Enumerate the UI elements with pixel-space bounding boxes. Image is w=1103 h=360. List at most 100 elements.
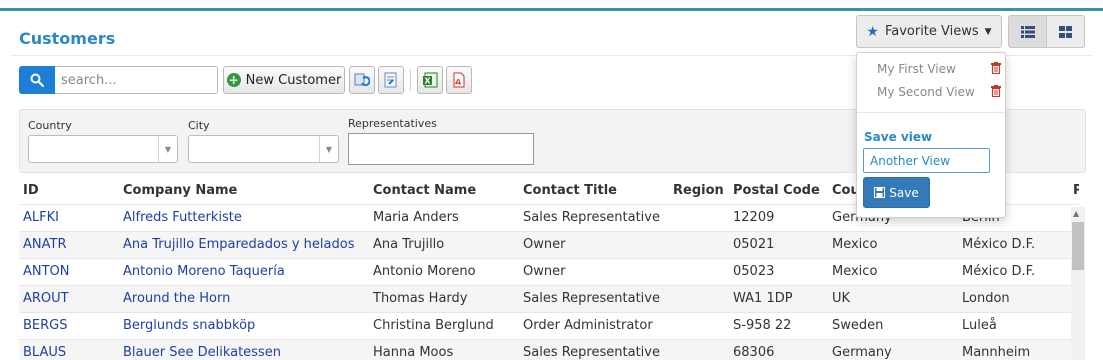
cell-company[interactable]: Antonio Moreno Taquería [119,257,369,285]
favorite-views-label: Favorite Views [884,24,979,39]
excel-icon: X [423,72,438,88]
save-view-button[interactable]: Save [863,177,930,208]
grid-view-button[interactable] [1046,15,1085,48]
cell-title: Owner [519,257,669,285]
cell-company[interactable]: Alfreds Futterkiste [119,203,369,231]
cell-id[interactable]: ANATR [19,230,119,258]
cell-region [669,338,729,360]
export-pdf-button[interactable] [446,66,472,94]
chevron-down-icon: ▼ [158,136,177,162]
trash-icon[interactable] [991,62,1001,74]
city-select[interactable]: ▼ [188,135,339,163]
cell-id[interactable]: ALFKI [19,203,119,231]
favorite-view-item[interactable]: My Second View [877,85,975,99]
cell-title: Owner [519,230,669,258]
column-header-id[interactable]: ID [19,177,119,204]
grid-view-icon [1059,25,1072,38]
favorite-views-dropdown: My First View My Second View Save view S… [856,52,1006,218]
page-title: Customers [19,29,116,48]
list-view-icon [1020,25,1035,38]
pdf-icon [453,72,465,88]
cell-contact: Christina Berglund [369,311,519,339]
cell-postal: 05023 [729,257,828,285]
column-header-company[interactable]: Company Name [119,177,369,204]
cell-id[interactable]: ANTON [19,257,119,285]
cell-postal: WA1 1DP [729,284,828,312]
cell-region [669,203,729,231]
caret-down-icon: ▼ [984,26,992,37]
cell-country: Germany [828,338,958,360]
scroll-thumb[interactable] [1072,222,1084,270]
representatives-label: Representatives [348,117,437,130]
cell-region [669,230,729,258]
cell-contact: Thomas Hardy [369,284,519,312]
cell-region [669,257,729,285]
table-row[interactable]: BERGS Berglunds snabbköp Christina Berglun… [19,311,1079,339]
city-label: City [188,119,210,132]
cell-contact: Hanna Moos [369,338,519,360]
cell-city: London [958,284,1069,312]
search-button[interactable] [19,66,55,94]
cell-title: Order Administrator [519,311,669,339]
favorite-view-item[interactable]: My First View [877,62,956,76]
cell-id[interactable]: BLAUS [19,338,119,360]
representatives-input[interactable] [348,133,534,165]
favorite-views-button[interactable]: ★ Favorite Views ▼ [856,15,1002,48]
refresh-button[interactable] [349,66,375,94]
dropdown-divider [857,112,1005,113]
cell-title: Sales Representative [519,284,669,312]
cell-country: Mexico [828,257,958,285]
cell-postal: S-958 22 [729,311,828,339]
cell-contact: Ana Trujillo [369,230,519,258]
export-button[interactable] [378,66,404,94]
cell-postal: 05021 [729,230,828,258]
table-row[interactable]: BLAUS Blauer See Delikatessen Hanna Moos Sa… [19,338,1079,360]
save-button-label: Save [889,185,919,200]
cell-title: Sales Representative [519,338,669,360]
cell-company[interactable]: Around the Horn [119,284,369,312]
cell-city: México D.F. [958,257,1069,285]
view-name-input[interactable] [863,148,990,173]
cell-city: México D.F. [958,230,1069,258]
table-row[interactable]: AROUT Around the Horn Thomas Hardy Sales Re… [19,284,1079,312]
trash-icon[interactable] [991,85,1001,97]
cell-title: Sales Representative [519,203,669,231]
country-select[interactable]: ▼ [28,135,178,163]
table-row[interactable]: ANTON Antonio Moreno Taquería Antonio More… [19,257,1079,285]
search-box [19,66,218,94]
table-row[interactable]: ANATR Ana Trujillo Emparedados y helados A… [19,230,1079,258]
column-header-extra[interactable]: P [1069,177,1079,204]
scroll-up-icon[interactable]: ▲ [1073,209,1079,218]
cell-region [669,284,729,312]
save-view-label: Save view [864,130,933,144]
cell-city: Mannheim [958,338,1069,360]
svg-text:X: X [424,77,431,86]
cell-country: Mexico [828,230,958,258]
search-icon [30,73,44,87]
cell-postal: 68306 [729,338,828,360]
column-header-postal[interactable]: Postal Code [729,177,828,204]
cell-id[interactable]: BERGS [19,311,119,339]
new-customer-label: New Customer [245,72,342,88]
toolbar-separator [410,69,411,91]
new-customer-button[interactable]: + New Customer [223,66,345,94]
cell-company[interactable]: Berglunds snabbköp [119,311,369,339]
cell-postal: 12209 [729,203,828,231]
cell-id[interactable]: AROUT [19,284,119,312]
column-header-title[interactable]: Contact Title [519,177,669,204]
cell-city: Luleå [958,311,1069,339]
plus-circle-icon: + [226,73,241,87]
column-header-contact[interactable]: Contact Name [369,177,519,204]
cell-region [669,311,729,339]
cell-country: Sweden [828,311,958,339]
country-label: Country [28,119,72,132]
list-view-button[interactable] [1008,15,1047,48]
cell-company[interactable]: Blauer See Delikatessen [119,338,369,360]
cell-contact: Antonio Moreno [369,257,519,285]
export-icon [384,72,397,88]
search-input[interactable] [55,66,218,94]
cell-company[interactable]: Ana Trujillo Emparedados y helados [119,230,369,258]
column-header-region[interactable]: Region [669,177,729,204]
top-accent-bar [0,8,1103,11]
export-excel-button[interactable]: X [417,66,443,94]
